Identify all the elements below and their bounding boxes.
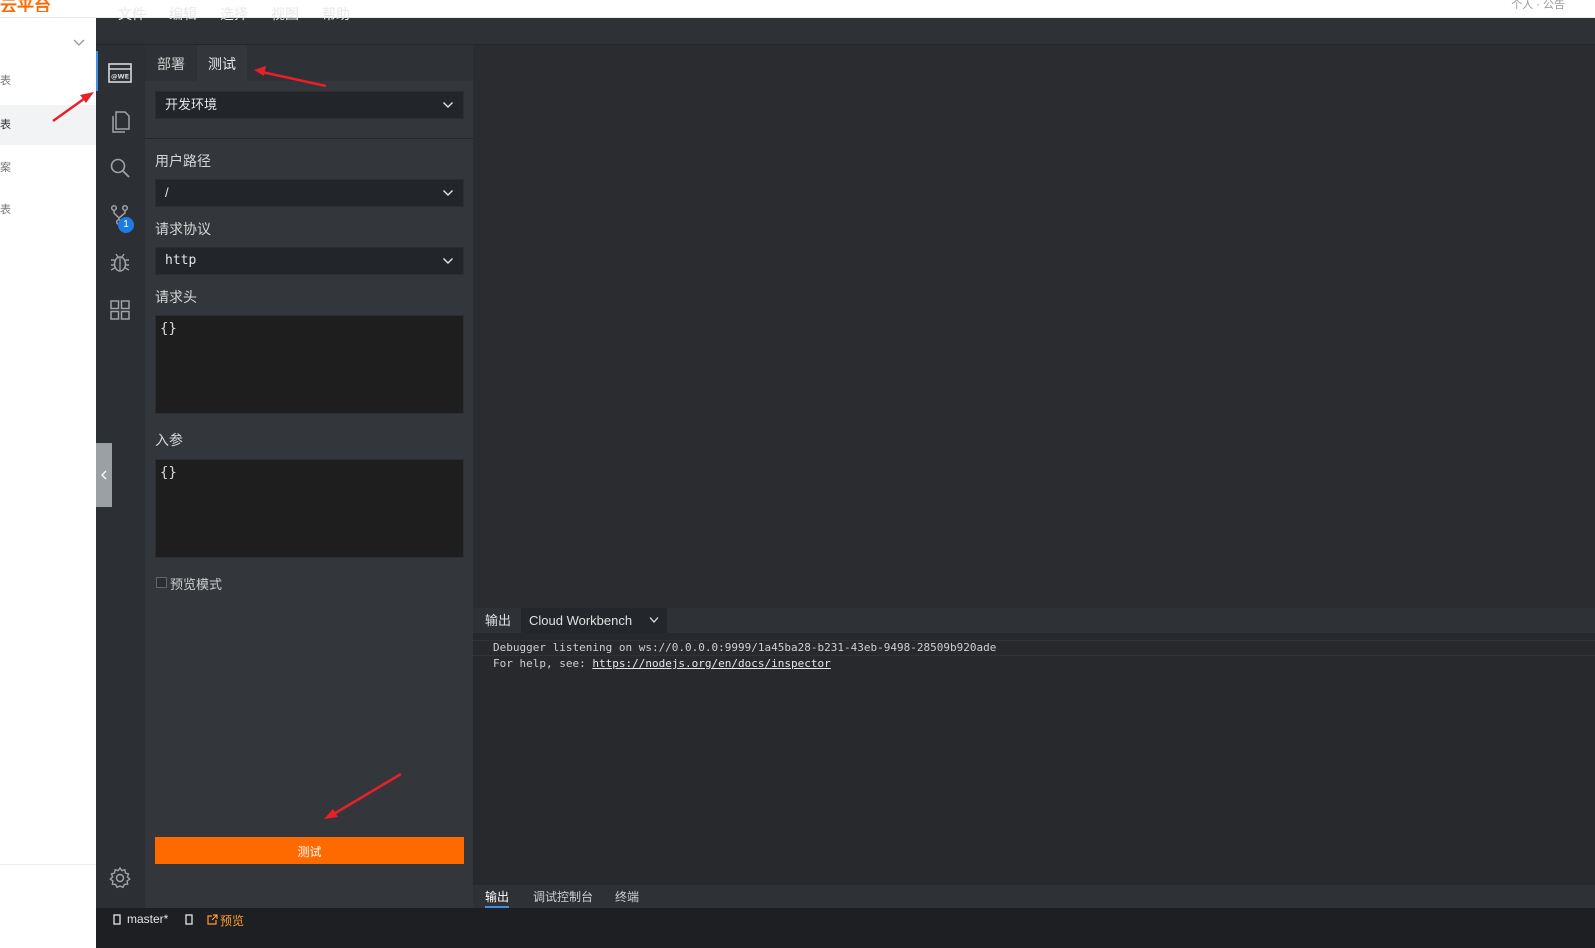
user-path-label: 用户路径 xyxy=(155,153,211,169)
host-logo: 云平台 xyxy=(0,0,51,12)
chevron-down-icon xyxy=(443,190,453,196)
preview-mode-checkbox[interactable] xyxy=(156,577,167,588)
host-sidebar-item[interactable]: 表 xyxy=(0,190,96,230)
inspector-link[interactable]: https://nodejs.org/en/docs/inspector xyxy=(592,657,830,670)
chevron-left-icon xyxy=(101,470,107,480)
source-control-badge: 1 xyxy=(118,217,134,233)
menu-view[interactable]: 视图 xyxy=(271,0,299,27)
output-line-prefix: For help, see: xyxy=(493,657,593,670)
host-divider xyxy=(0,864,96,865)
menu-help[interactable]: 帮助 xyxy=(322,0,350,27)
collapse-sidebar-handle[interactable] xyxy=(96,443,112,507)
menu-edit[interactable]: 编辑 xyxy=(169,0,197,27)
protocol-value: http xyxy=(165,253,197,268)
menu-file[interactable]: 文件 xyxy=(118,0,146,27)
output-channel-value: Cloud Workbench xyxy=(529,613,633,628)
tab-deploy[interactable]: 部署 xyxy=(146,45,196,81)
host-sidebar-item[interactable]: 表 xyxy=(0,61,96,101)
external-link-icon xyxy=(207,914,218,925)
status-bar xyxy=(96,908,1595,948)
chevron-down-icon xyxy=(649,617,659,623)
test-button[interactable]: 测试 xyxy=(155,837,464,864)
tab-test[interactable]: 测试 xyxy=(197,45,247,81)
headers-editor[interactable]: {} xyxy=(155,315,464,414)
params-label: 入参 xyxy=(155,432,183,448)
branch-icon xyxy=(113,914,121,925)
user-path-select[interactable]: / xyxy=(155,179,464,207)
extensions-icon[interactable] xyxy=(108,298,132,322)
panel-divider xyxy=(145,138,473,139)
debug-icon[interactable] xyxy=(108,250,132,274)
output-separator xyxy=(473,655,1595,656)
tab-terminal[interactable]: 终端 xyxy=(615,885,639,908)
active-indicator xyxy=(96,51,98,91)
host-sidebar-item[interactable]: 案 xyxy=(0,148,96,188)
menu-select[interactable]: 选择 xyxy=(220,0,248,27)
chevron-down-icon xyxy=(443,102,453,108)
output-log xyxy=(473,633,1595,885)
menu-bar xyxy=(96,18,1595,45)
params-editor[interactable]: {} xyxy=(155,459,464,558)
output-line: Debugger listening on ws://0.0.0.0:9999/… xyxy=(493,641,997,654)
output-line: For help, see: https://nodejs.org/en/doc… xyxy=(493,657,831,670)
editor-area[interactable] xyxy=(473,45,1595,608)
sync-icon[interactable] xyxy=(185,914,193,925)
svg-text:@WE: @WE xyxy=(111,73,129,81)
environment-value: 开发环境 xyxy=(165,97,218,112)
output-title: 输出 xyxy=(485,613,512,628)
files-icon[interactable] xyxy=(108,109,132,133)
search-icon[interactable] xyxy=(108,156,132,180)
branch-name[interactable]: master* xyxy=(127,912,168,926)
protocol-select[interactable]: http xyxy=(155,247,464,275)
tab-debug-console[interactable]: 调试控制台 xyxy=(533,885,593,908)
bottom-panel-tabs xyxy=(473,885,1595,908)
web-panel-icon[interactable]: @WE xyxy=(108,61,132,85)
preview-link[interactable]: 预览 xyxy=(220,912,244,929)
preview-mode-label: 预览模式 xyxy=(170,577,223,592)
chevron-down-icon xyxy=(443,258,453,264)
output-channel-select[interactable]: Cloud Workbench xyxy=(521,608,667,633)
user-path-value: / xyxy=(165,185,169,200)
protocol-label: 请求协议 xyxy=(155,221,211,237)
host-topbar-links[interactable]: 个人 · 公告 xyxy=(1511,0,1565,12)
host-sidebar-item-active[interactable]: 表 xyxy=(0,105,96,145)
chevron-down-icon[interactable] xyxy=(72,36,86,50)
gear-icon[interactable] xyxy=(108,866,132,890)
headers-label: 请求头 xyxy=(155,289,197,305)
environment-select[interactable]: 开发环境 xyxy=(155,91,464,119)
tab-output[interactable]: 输出 xyxy=(485,885,510,908)
